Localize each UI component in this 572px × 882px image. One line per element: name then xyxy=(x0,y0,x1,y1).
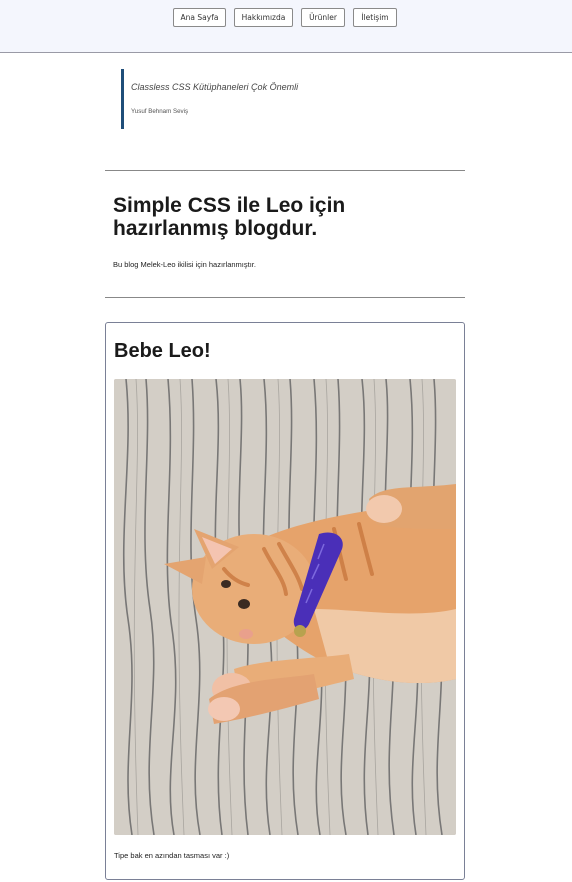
top-navigation: Ana Sayfa Hakkımızda Ürünler İletişim xyxy=(0,0,572,53)
blockquote: Classless CSS Kütüphaneleri Çok Önemli Y… xyxy=(121,69,371,129)
divider xyxy=(105,170,465,171)
post-title: Bebe Leo! xyxy=(114,340,211,362)
page-title: Simple CSS ile Leo için hazırlanmış blog… xyxy=(113,194,346,240)
nav-about-button[interactable]: Hakkımızda xyxy=(234,8,293,27)
nav-contact-button[interactable]: İletişim xyxy=(353,8,397,27)
post-caption: Tipe bak en azından tasması var :) xyxy=(114,851,230,860)
quote-author: Yusuf Behnam Seviş xyxy=(131,108,189,115)
nav-home-button[interactable]: Ana Sayfa xyxy=(173,8,226,27)
nav-products-button[interactable]: Ürünler xyxy=(301,8,345,27)
quote-text: Classless CSS Kütüphaneleri Çok Önemli xyxy=(131,82,299,92)
kitten-photo xyxy=(114,379,456,835)
divider xyxy=(105,297,465,298)
intro-text: Bu blog Melek-Leo ikilisi için hazırlanm… xyxy=(113,260,256,269)
post-card: Bebe Leo! Tipe bak en azından tasması va… xyxy=(105,322,465,880)
